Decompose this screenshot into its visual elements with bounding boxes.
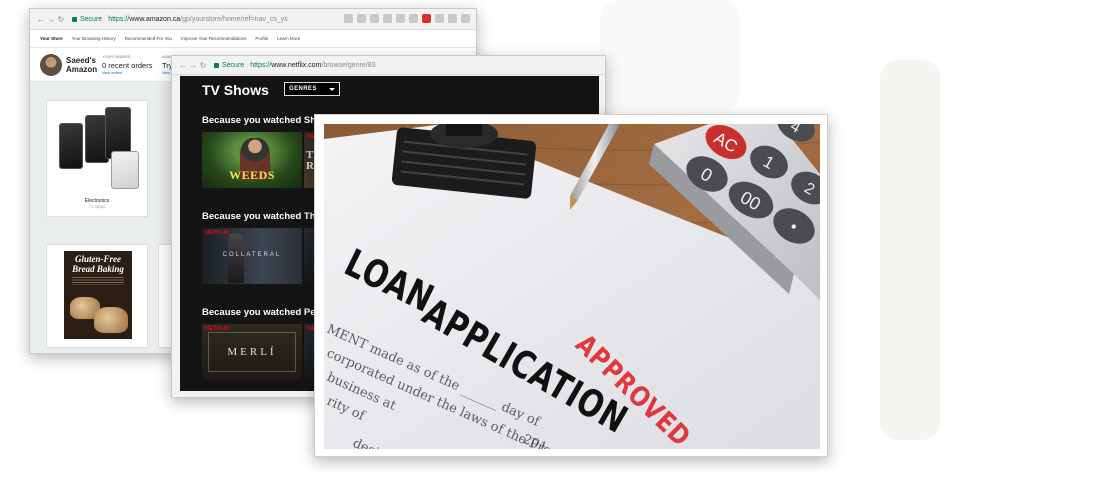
- reload-button[interactable]: ↻: [56, 15, 66, 24]
- account-icon[interactable]: [448, 14, 457, 23]
- netflix-address-bar: ← → ↻ Secure https://www.netflix.com/bro…: [172, 56, 605, 75]
- genres-dropdown[interactable]: GENRES: [284, 82, 340, 96]
- avatar[interactable]: [40, 54, 62, 76]
- forward-button[interactable]: →: [46, 15, 56, 24]
- tab-learn-more[interactable]: Learn More: [277, 36, 300, 41]
- poster-art: [228, 233, 244, 283]
- partial-card[interactable]: [158, 244, 172, 348]
- secure-label: Secure: [80, 15, 103, 23]
- show-title: MERLÍ: [227, 346, 277, 358]
- bread-image: [94, 307, 128, 333]
- title-card-merli[interactable]: NETFLIX MERLÍ: [202, 324, 302, 380]
- row-title: Because you watched The: [202, 211, 321, 222]
- card-subcaption: 71,732(A): [89, 205, 105, 209]
- tab-profile[interactable]: Profile: [255, 36, 268, 41]
- reload-button[interactable]: ↻: [198, 61, 208, 70]
- lock-icon: [214, 62, 219, 68]
- tab-improve-recommendations[interactable]: Improve Your Recommendations: [181, 36, 246, 41]
- show-title: COLLATERAL: [222, 252, 282, 258]
- tab-recommended[interactable]: Recommended For You: [125, 36, 172, 41]
- amazon-subnav: Your Store Your Browsing History Recomme…: [30, 30, 476, 48]
- star-icon[interactable]: [435, 14, 444, 23]
- extension-icon[interactable]: [396, 14, 405, 23]
- stat-label: YOUR ORDERS: [102, 55, 131, 59]
- extension-icon[interactable]: [357, 14, 366, 23]
- url-path: /browse/genre/83: [321, 61, 376, 69]
- chevron-down-icon: [329, 88, 335, 91]
- collage-stage: ← → ↻ Secure https://www.amazon.ca/gp/yo…: [0, 0, 1113, 477]
- profile-name: Saeed's Amazon: [66, 56, 98, 74]
- url-protocol: https://: [250, 61, 272, 69]
- search-icon[interactable]: [344, 14, 353, 23]
- row-title: Because you watched Sha: [202, 115, 322, 126]
- book-cover: Gluten-Free Bread Baking: [64, 251, 132, 339]
- notification-icon[interactable]: [422, 14, 431, 23]
- loan-photo-image: AC 1 4 0 00 2 • LOAN APPLICATION APPROVE…: [324, 124, 820, 449]
- url-field[interactable]: https://www.amazon.ca/gp/yourstore/home/…: [108, 16, 288, 23]
- netflix-logo: NETFLIX: [205, 326, 230, 332]
- back-button[interactable]: ←: [178, 61, 188, 70]
- amazon-address-bar: ← → ↻ Secure https://www.amazon.ca/gp/yo…: [30, 9, 476, 30]
- url-host: www.netflix.com: [271, 61, 322, 69]
- stat-value: 0 recent orders: [102, 61, 153, 70]
- title-card-weeds[interactable]: WEEDS: [202, 132, 302, 188]
- show-title: WEEDS: [229, 168, 275, 182]
- extension-icon[interactable]: [383, 14, 392, 23]
- page-title: TV Shows: [202, 82, 269, 98]
- menu-icon[interactable]: [461, 14, 470, 23]
- tab-browsing-history[interactable]: Your Browsing History: [72, 36, 116, 41]
- url-field[interactable]: https://www.netflix.com/browse/genre/83: [250, 62, 375, 69]
- title-card-collateral[interactable]: NETFLIX COLLATERAL: [202, 228, 302, 284]
- url-path: /gp/yourstore/home/ref=nav_cs_ys: [180, 15, 288, 23]
- background-watermark-bar: [600, 0, 740, 110]
- stat-orders: YOUR ORDERS 0 recent orders View orders: [102, 55, 152, 75]
- card-caption: Electronics: [84, 198, 110, 204]
- book-card[interactable]: Gluten-Free Bread Baking: [46, 244, 148, 348]
- extension-icon[interactable]: [409, 14, 418, 23]
- extension-icons: [344, 14, 470, 23]
- book-blurb: [72, 277, 124, 285]
- background-watermark: [880, 60, 940, 440]
- forward-button[interactable]: →: [188, 61, 198, 70]
- secure-label: Secure: [222, 61, 245, 69]
- back-button[interactable]: ←: [36, 15, 46, 24]
- tab-your-store[interactable]: Your Store: [40, 36, 63, 41]
- url-protocol: https://: [108, 15, 130, 23]
- netflix-logo: NETFLIX: [205, 230, 230, 236]
- lock-icon: [72, 16, 77, 22]
- url-host: www.amazon.ca: [129, 15, 181, 23]
- view-orders-link[interactable]: View orders: [102, 71, 152, 75]
- product-image: [59, 123, 83, 169]
- product-image: [111, 151, 139, 189]
- genres-label: GENRES: [289, 86, 317, 92]
- loan-application-photo: AC 1 4 0 00 2 • LOAN APPLICATION APPROVE…: [314, 114, 828, 457]
- extension-icon[interactable]: [370, 14, 379, 23]
- row-title: Because you watched Pea: [202, 307, 321, 318]
- electronics-card[interactable]: Electronics 71,732(A): [46, 100, 148, 217]
- book-title: Gluten-Free Bread Baking: [72, 254, 124, 274]
